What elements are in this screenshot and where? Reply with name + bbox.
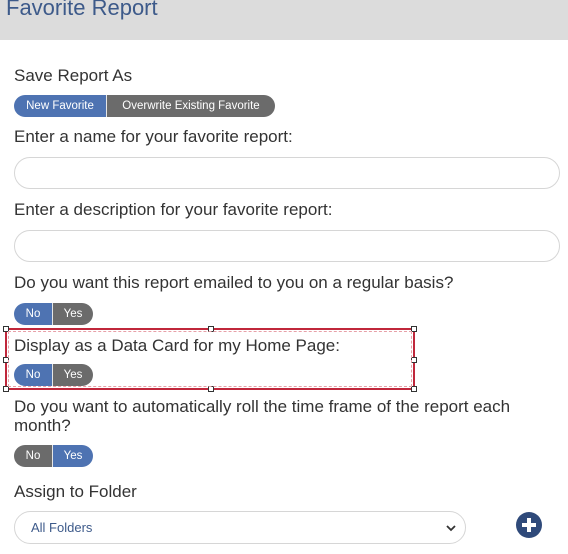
email-no-button[interactable]: No — [14, 303, 52, 325]
resize-handle — [208, 326, 214, 332]
dialog-title: Favorite Report — [6, 0, 158, 20]
resize-handle — [411, 386, 417, 392]
new-favorite-button[interactable]: New Favorite — [14, 95, 106, 117]
resize-handle — [411, 326, 417, 332]
data-card-toggle: No Yes — [14, 364, 93, 386]
folder-select-value: All Folders — [31, 520, 93, 535]
overwrite-existing-button[interactable]: Overwrite Existing Favorite — [106, 95, 275, 117]
resize-handle — [3, 386, 9, 392]
data-card-yes-button[interactable]: Yes — [52, 364, 93, 386]
resize-handle — [411, 357, 417, 363]
data-card-no-button[interactable]: No — [14, 364, 52, 386]
roll-timeframe-label: Do you want to automatically roll the ti… — [14, 397, 511, 435]
email-label: Do you want this report emailed to you o… — [14, 273, 454, 292]
data-card-label: Display as a Data Card for my Home Page: — [14, 336, 340, 355]
resize-handle — [3, 357, 9, 363]
roll-timeframe-toggle: No Yes — [14, 445, 93, 467]
resize-handle — [3, 326, 9, 332]
dialog-header: Favorite Report — [0, 0, 568, 40]
chevron-down-icon — [446, 525, 456, 532]
save-as-label: Save Report As — [14, 66, 133, 85]
roll-yes-button[interactable]: Yes — [52, 445, 93, 467]
roll-no-button[interactable]: No — [14, 445, 52, 467]
description-input[interactable] — [14, 230, 560, 262]
email-toggle: No Yes — [14, 303, 93, 325]
name-label: Enter a name for your favorite report: — [14, 127, 293, 146]
folder-select[interactable]: All Folders — [14, 511, 466, 544]
resize-handle — [208, 386, 214, 392]
save-as-toggle: New Favorite Overwrite Existing Favorite — [14, 95, 275, 117]
email-yes-button[interactable]: Yes — [52, 303, 93, 325]
add-folder-button[interactable] — [516, 512, 542, 538]
name-input[interactable] — [14, 157, 560, 189]
description-label: Enter a description for your favorite re… — [14, 200, 333, 219]
folder-label: Assign to Folder — [14, 482, 137, 501]
